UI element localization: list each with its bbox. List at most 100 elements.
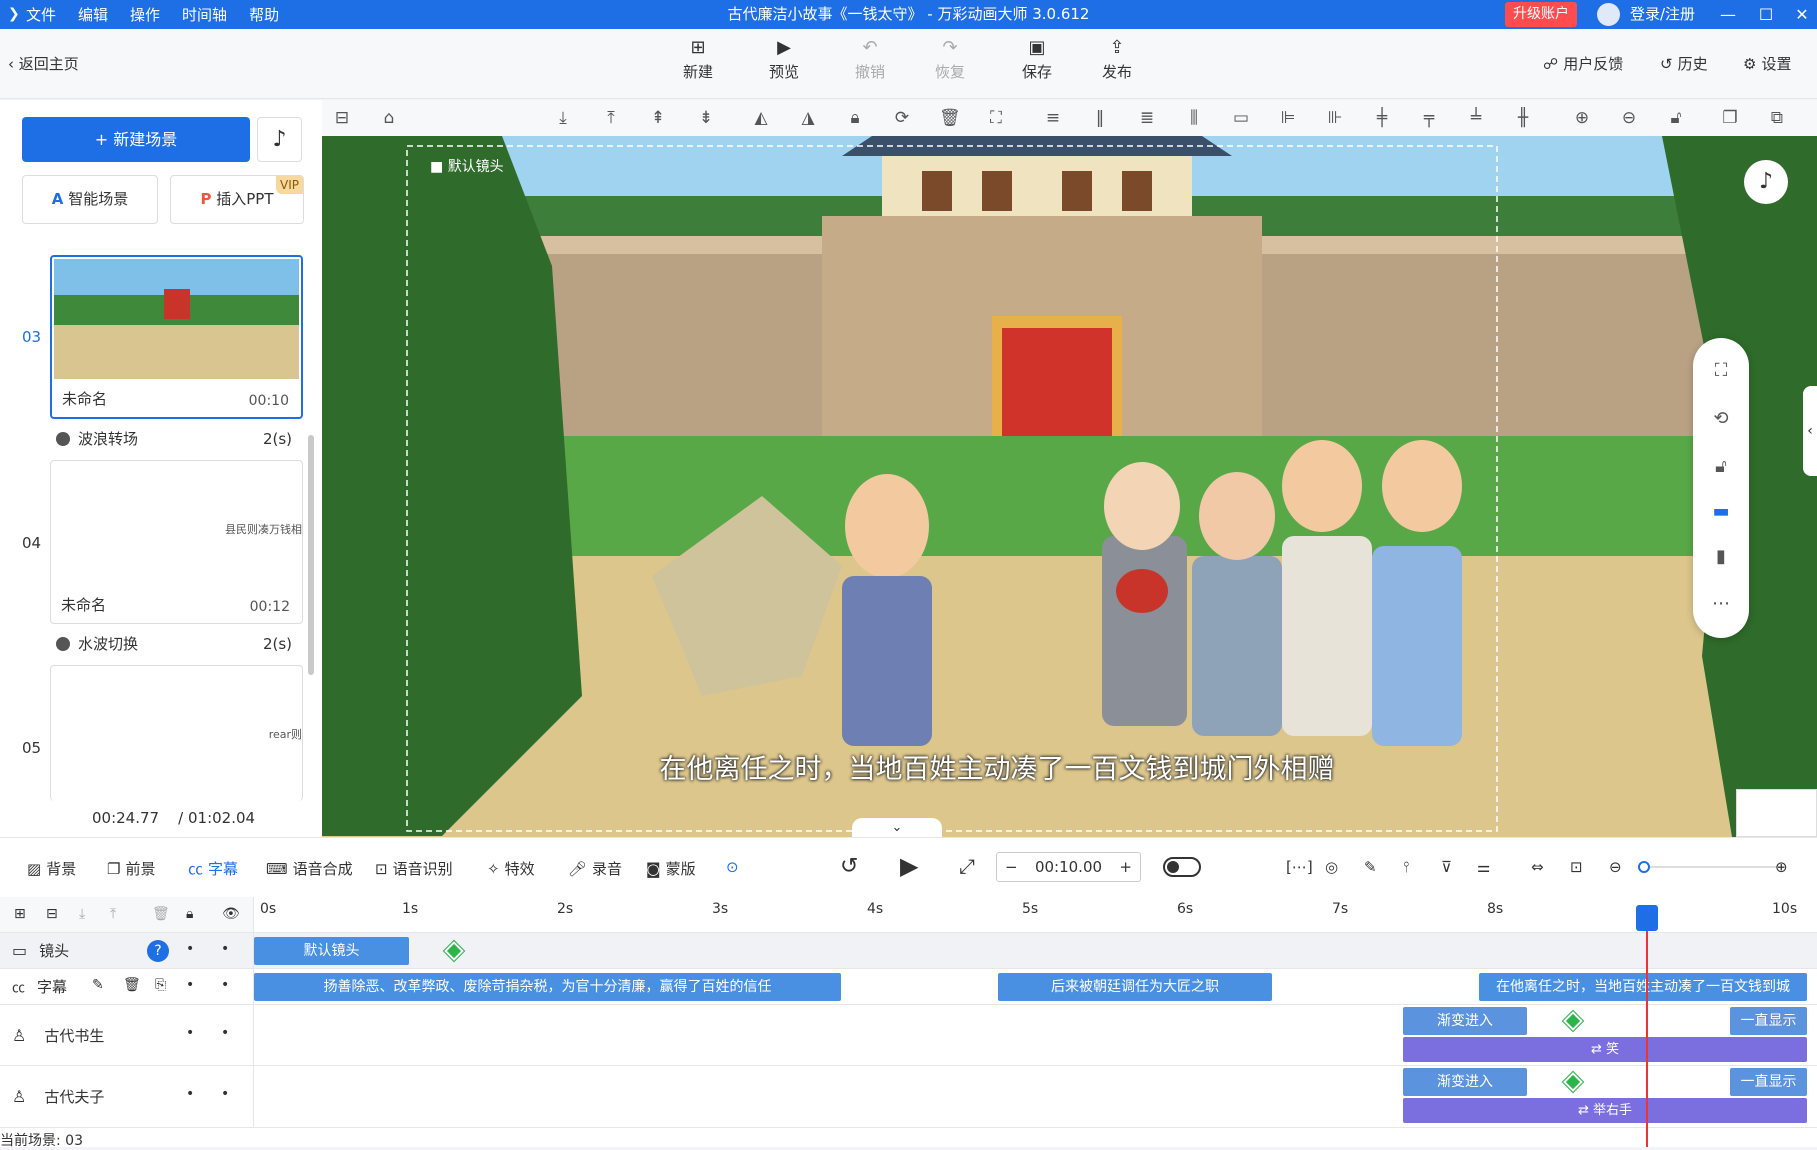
duration-stepper[interactable]: −00:10.00 + [996, 852, 1141, 882]
dot-icon[interactable]: • [221, 1025, 229, 1041]
new-button[interactable]: ⊞ 新建 [671, 39, 725, 82]
settings-sliders-icon[interactable]: ⚌ [1477, 858, 1490, 876]
history-button[interactable]: ↺ 历史 [1660, 53, 1708, 74]
edit-icon[interactable]: ✎ [1364, 858, 1377, 876]
playhead-handle[interactable] [1636, 905, 1658, 931]
save-button[interactable]: ▣ 保存 [1010, 39, 1064, 82]
bracket-icon[interactable]: [⋯] [1286, 858, 1313, 876]
collapse-panel-icon[interactable]: ‹ [1803, 386, 1817, 476]
back-home-link[interactable]: ‹ 返回主页 [8, 53, 79, 74]
dot-icon[interactable]: • [221, 977, 229, 993]
screen-portrait-icon[interactable]: ▮ [1709, 546, 1733, 570]
always-show-clip[interactable]: 一直显示 [1730, 1007, 1807, 1035]
minimap[interactable] [1736, 789, 1817, 837]
transition-wave[interactable]: 波浪转场 2(s) [56, 428, 292, 449]
subtitle-clip[interactable]: 后来被朝廷调任为大匠之职 [998, 973, 1272, 1001]
minimize-icon[interactable]: — [1713, 0, 1743, 29]
zoom-slider[interactable] [1638, 861, 1780, 873]
lock-icon[interactable]: 🔒︎ [845, 108, 865, 128]
import-icon[interactable]: ⎘ [155, 977, 166, 993]
insert-ppt-button[interactable]: P 插入PPT VIP [170, 175, 304, 224]
playhead[interactable] [1646, 907, 1648, 1147]
undo-button[interactable]: ↶ 撤销 [843, 39, 897, 82]
subtitle-clip[interactable]: 在他离任之时，当地百姓主动凑了一百文钱到城 [1479, 973, 1807, 1001]
zoom-out-icon[interactable]: ⊖ [1619, 108, 1639, 128]
fullscreen-icon[interactable]: ⤢ [959, 854, 975, 878]
align-top-icon[interactable]: ⤒ [601, 108, 621, 128]
action-clip[interactable]: ⇄ 笑 [1403, 1037, 1807, 1062]
foreground-button[interactable]: ❐ 前景 [107, 858, 155, 879]
tts-button[interactable]: ⌨ 语音合成 [266, 858, 353, 879]
action-clip[interactable]: ⇄ 举右手 [1403, 1098, 1807, 1123]
home-icon[interactable]: ⌂ [379, 108, 399, 128]
lock-icon[interactable]: 🔓︎ [1709, 456, 1733, 480]
fit-width-icon[interactable]: ⇔ [1531, 858, 1544, 876]
effects-button[interactable]: ✧ 特效 [487, 858, 535, 879]
more-icon[interactable]: ⋯ [1709, 593, 1733, 617]
distribute-h-icon[interactable]: ⫼ [1184, 108, 1204, 128]
edit-icon[interactable]: ✎ [92, 977, 104, 993]
eye-icon[interactable]: 👁︎ [222, 906, 240, 922]
zoom-slider-thumb[interactable] [1638, 861, 1650, 873]
toggle-switch[interactable] [1163, 857, 1201, 877]
speech-recognition-button[interactable]: ⊡ 语音识别 [375, 858, 453, 879]
flip-horizontal-icon[interactable]: ◭ [751, 108, 771, 128]
play-icon[interactable]: ▶ [900, 852, 918, 880]
publish-button[interactable]: ⇪ 发布 [1090, 39, 1144, 82]
replay-icon[interactable]: ↺ [840, 854, 858, 879]
login-link[interactable]: 登录/注册 [1630, 0, 1695, 29]
bring-front-icon[interactable]: ⇞ [648, 108, 668, 128]
bottom-edge-icon[interactable]: ╧ [1466, 108, 1486, 128]
preview-button[interactable]: ▶ 预览 [757, 39, 811, 82]
send-back-icon[interactable]: ⇟ [696, 108, 716, 128]
always-show-clip[interactable]: 一直显示 [1730, 1068, 1807, 1096]
align-left-icon[interactable]: ⊫ [1278, 108, 1298, 128]
align-bottom-icon[interactable]: ⤓ [553, 108, 573, 128]
crop-icon[interactable]: ⛶ [986, 108, 1006, 128]
duration-value[interactable]: 00:10.00 [1035, 858, 1102, 876]
time-ruler[interactable]: 0s 1s 2s 3s 4s 5s 6s 7s 8s 10s [254, 897, 1817, 933]
lock-icon[interactable]: 🔒︎ [186, 906, 193, 922]
same-width-icon[interactable]: ▭ [1231, 108, 1251, 128]
stage-canvas[interactable]: ■ 默认镜头 在他离任之时，当地百姓主动凑了一百文钱到城门外相赠 ♪ ⛶ ⟲ 🔓… [322, 136, 1817, 837]
new-scene-button[interactable]: + 新建场景 [22, 117, 250, 162]
menu-operate[interactable]: 操作 [130, 4, 160, 25]
plus-icon[interactable]: + [1119, 858, 1132, 876]
camera-snap-icon[interactable]: ◎ [1325, 858, 1338, 876]
upgrade-button[interactable]: 升级账户 [1505, 2, 1577, 27]
camera-clip[interactable]: 默认镜头 [254, 937, 409, 965]
rotate-icon[interactable]: ⟳ [892, 108, 912, 128]
record-button[interactable]: 🎤︎ 录音 [568, 858, 622, 879]
dot-icon[interactable]: • [186, 1025, 194, 1041]
filter-icon[interactable]: ⊽ [1441, 858, 1452, 876]
subtitle-clip[interactable]: 扬善除恶、改革弊政、废除苛捐杂税，为官十分清廉，赢得了百姓的信任 [254, 973, 841, 1001]
align-middle-icon[interactable]: ‖ [1090, 108, 1110, 128]
align-right-icon[interactable]: ⊪ [1325, 108, 1345, 128]
close-icon[interactable]: ✕ [1787, 0, 1817, 29]
enter-effect-clip[interactable]: 渐变进入 [1403, 1068, 1527, 1096]
scene-thumb-04[interactable]: 县民则凑万钱相 未命名 00:12 [50, 460, 303, 624]
dot-icon[interactable]: • [186, 941, 194, 957]
add-keyframe-icon[interactable] [1561, 1009, 1585, 1033]
settings-button[interactable]: ⚙ 设置 [1743, 53, 1791, 74]
dot-icon[interactable]: • [186, 1086, 194, 1102]
rotate-camera-icon[interactable]: ⟲ [1709, 408, 1733, 432]
split-icon[interactable]: ⫯ [1403, 858, 1410, 876]
music-icon[interactable]: ♪ [1744, 160, 1788, 204]
add-folder-icon[interactable]: ⊞ [14, 906, 26, 922]
top-edge-icon[interactable]: ╤ [1419, 108, 1439, 128]
menu-file[interactable]: 文件 [26, 4, 56, 25]
delete-icon[interactable]: 🗑︎ [939, 108, 961, 128]
help-icon[interactable]: ? [147, 940, 169, 962]
fit-screen-icon[interactable]: ⛶ [1709, 360, 1733, 384]
new-layer-icon[interactable]: ⊟ [46, 906, 58, 922]
redo-button[interactable]: ↷ 恢复 [923, 39, 977, 82]
move-up-icon[interactable]: ⤒ [110, 906, 116, 922]
zoom-in-icon[interactable]: ⊕ [1775, 858, 1788, 876]
unlock-icon[interactable]: 🔓︎ [1666, 108, 1686, 128]
screen-landscape-icon[interactable]: ▬ [1709, 501, 1733, 525]
smart-scene-button[interactable]: A 智能场景 [22, 175, 158, 224]
add-keyframe-icon[interactable] [1561, 1070, 1585, 1094]
center-v-icon[interactable]: ╪ [1372, 108, 1392, 128]
scene-scrollbar[interactable] [308, 435, 314, 675]
